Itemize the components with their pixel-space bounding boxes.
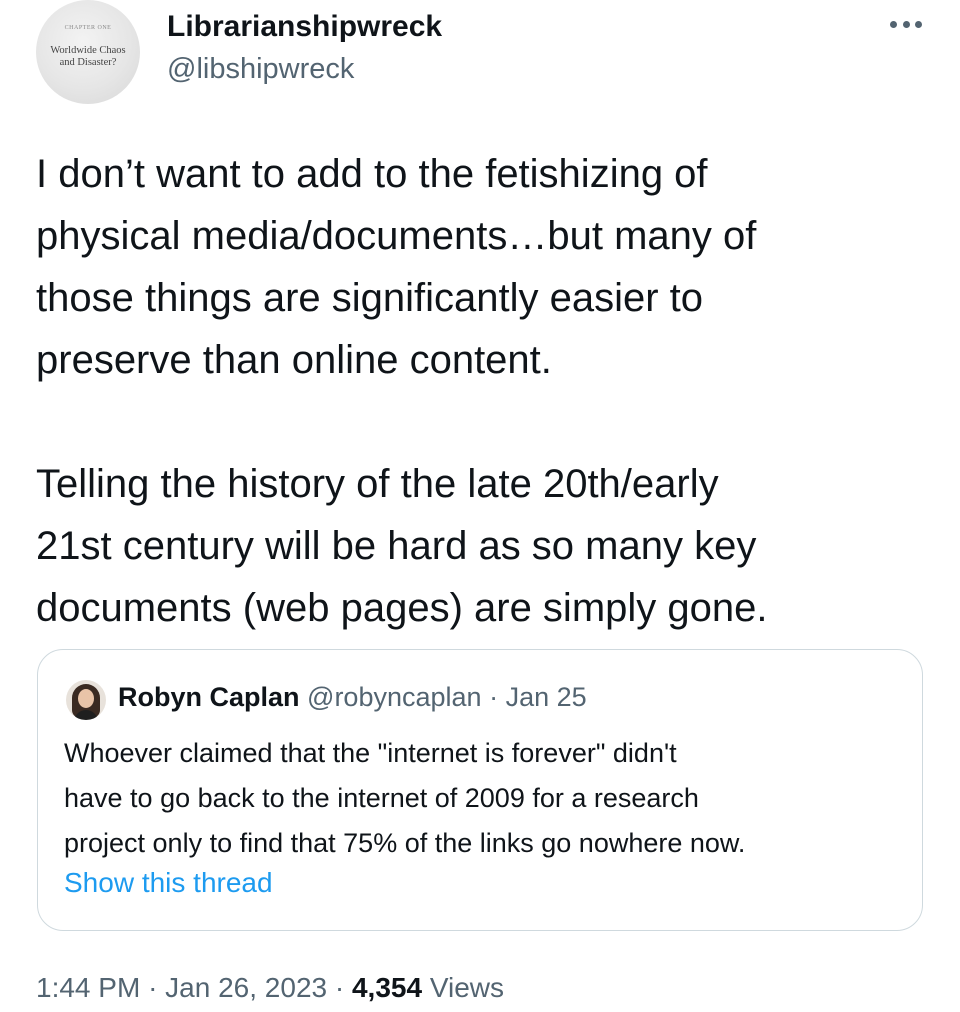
tweet-footer: 1:44 PM · Jan 26, 2023 · 4,354 Views: [36, 971, 504, 1005]
tweet-text-line: I don’t want to add to the fetishizing o…: [36, 152, 708, 196]
quoted-text-line: have to go back to the internet of 2009 …: [64, 783, 699, 813]
quoted-text-line: Whoever claimed that the "internet is fo…: [64, 738, 677, 768]
tweet-text-line: 21st century will be hard as so many key: [36, 524, 757, 568]
footer-separator: ·: [334, 972, 345, 1003]
more-horizontal-icon: [890, 20, 897, 28]
views-label: Views: [429, 972, 505, 1003]
quoted-author-handle[interactable]: @robyncaplan: [307, 682, 482, 712]
tweet-text-line: physical media/documents…but many of: [36, 214, 757, 258]
more-horizontal-icon-dot: [902, 20, 910, 28]
more-options-button[interactable]: [886, 12, 926, 36]
tweet-text: I don’t want to add to the fetishizing o…: [36, 143, 936, 639]
meta-separator: ·: [489, 682, 499, 712]
tweet-time[interactable]: 1:44 PM: [36, 972, 140, 1003]
author-avatar[interactable]: CHAPTER ONE Worldwide Chaos and Disaster…: [36, 0, 140, 104]
views-count: 4,354: [351, 972, 423, 1003]
avatar-chapter-label: CHAPTER ONE: [64, 25, 112, 31]
footer-separator: ·: [148, 972, 158, 1003]
quoted-text-line: project only to find that 75% of the lin…: [64, 828, 746, 858]
tweet-text-line: those things are significantly easier to: [36, 276, 704, 320]
author-display-name[interactable]: Librarianshipwreck: [167, 10, 442, 44]
quoted-tweet-card[interactable]: Robyn Caplan @robyncaplan · Jan 25 Whoev…: [37, 649, 923, 931]
quoted-tweet-date[interactable]: Jan 25: [506, 682, 587, 712]
tweet-header: CHAPTER ONE Worldwide Chaos and Disaster…: [36, 0, 926, 112]
author-handle[interactable]: @libshipwreck: [167, 53, 354, 86]
quoted-tweet-meta: Robyn Caplan @robyncaplan · Jan 25: [118, 680, 587, 714]
quoted-author-avatar[interactable]: [66, 680, 106, 720]
quoted-tweet-text: Whoever claimed that the "internet is fo…: [64, 731, 745, 866]
quoted-author-name[interactable]: Robyn Caplan: [118, 682, 300, 712]
avatar-title-line2: and Disaster?: [59, 57, 117, 68]
tweet-text-line: Telling the history of the late 20th/ear…: [36, 462, 719, 506]
tweet-text-line: preserve than online content.: [36, 338, 552, 382]
tweet-text-line: documents (web pages) are simply gone.: [36, 586, 768, 630]
avatar-face: [78, 689, 94, 708]
more-horizontal-icon-dot: [915, 20, 922, 28]
show-thread-link[interactable]: Show this thread: [64, 866, 273, 900]
tweet-date[interactable]: Jan 26, 2023: [165, 972, 327, 1003]
avatar-title-line1: Worldwide Chaos: [50, 45, 126, 56]
